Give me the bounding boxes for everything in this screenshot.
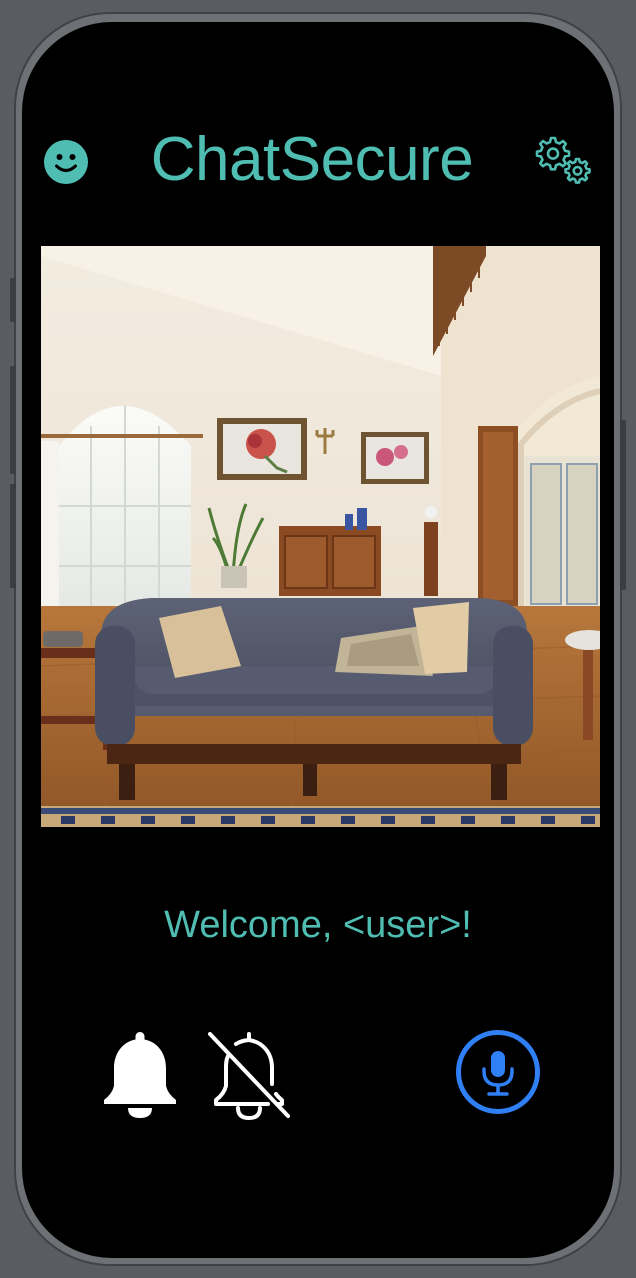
volume-up-button [10,366,16,474]
power-button [620,420,626,590]
phone-screen: ChatSecure Welcome, <user>! [22,22,614,1258]
welcome-message: Welcome, <user>! [164,904,472,946]
mute-switch [10,278,16,322]
smiley-icon[interactable] [44,140,88,184]
app-header: ChatSecure [22,22,614,242]
camera-feed-image [41,246,600,827]
volume-down-button [10,484,16,588]
bell-slash-icon[interactable] [206,1028,292,1120]
bell-icon[interactable] [98,1028,182,1120]
app-title: ChatSecure [150,125,474,194]
microphone-icon [482,1051,514,1096]
controls-bar [22,1022,614,1132]
microphone-button[interactable] [456,1030,540,1114]
gears-icon[interactable] [534,134,596,188]
